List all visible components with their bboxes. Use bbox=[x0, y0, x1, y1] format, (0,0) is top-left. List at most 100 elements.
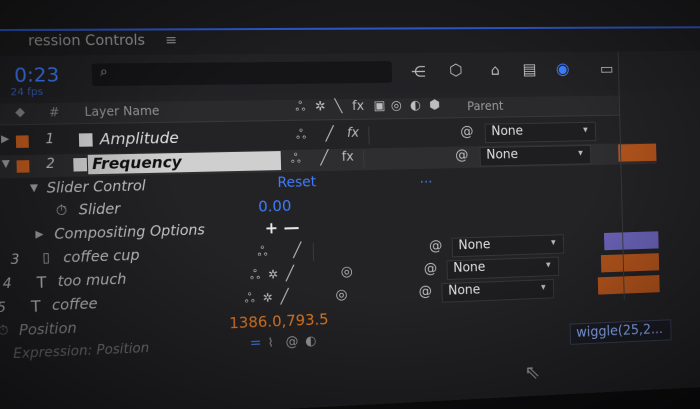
effect-switch-icon[interactable]: fx bbox=[342, 150, 354, 165]
chevron-down-icon: ▾ bbox=[551, 237, 556, 248]
hamburger-menu-icon[interactable]: ≡ bbox=[165, 32, 177, 48]
draft-3d-icon[interactable]: ⬡ bbox=[449, 60, 463, 79]
layer-name[interactable]: coffee bbox=[52, 296, 98, 314]
layer-number: 5 bbox=[0, 300, 6, 316]
solid-layer-icon bbox=[73, 158, 87, 172]
slider-value[interactable]: 0.00 bbox=[258, 197, 292, 216]
compositing-add-remove[interactable]: + — bbox=[265, 218, 300, 238]
motion-blur-switch-icon[interactable]: ◎ bbox=[335, 287, 347, 303]
layer-name[interactable]: Frequency bbox=[92, 153, 182, 173]
parent-dropdown[interactable]: None ▾ bbox=[485, 122, 597, 143]
shy-layers-icon[interactable]: ⌂ bbox=[491, 61, 500, 79]
timeline-layer-bar[interactable] bbox=[601, 253, 659, 272]
switch-cells[interactable] bbox=[368, 125, 446, 144]
solid-layer-icon bbox=[79, 133, 93, 147]
parent-dropdown[interactable]: None ▾ bbox=[446, 257, 559, 280]
effect-switch-icon[interactable]: fx bbox=[347, 126, 359, 141]
expression-text[interactable]: wiggle(25,2... bbox=[576, 322, 663, 341]
column-layer-name[interactable]: Layer Name bbox=[84, 104, 159, 119]
window-top-bar bbox=[0, 0, 700, 31]
adjustment-switch-icon[interactable]: ◐ bbox=[410, 98, 421, 113]
pick-whip-icon[interactable]: @ bbox=[429, 238, 443, 254]
expand-triangle-icon[interactable]: ▶ bbox=[1, 134, 9, 146]
chevron-down-icon: ▾ bbox=[583, 125, 588, 136]
expression-editor[interactable]: wiggle(25,2... bbox=[570, 319, 672, 345]
layer-label-color[interactable] bbox=[16, 135, 29, 148]
stopwatch-icon[interactable]: ⏱ bbox=[0, 323, 9, 339]
collapse-triangle-icon[interactable]: ▼ bbox=[2, 158, 10, 170]
pick-whip-icon[interactable]: @ bbox=[455, 147, 469, 163]
layer-name[interactable]: coffee cup bbox=[63, 248, 140, 267]
compositing-options-label[interactable]: Compositing Options bbox=[54, 222, 205, 243]
quality-switch-icon[interactable]: ╱ bbox=[286, 266, 295, 282]
shy-switch-icon[interactable]: ஃ bbox=[296, 128, 306, 144]
pick-whip-icon[interactable]: @ bbox=[285, 334, 298, 350]
collapse-switch-icon[interactable]: ✲ bbox=[262, 290, 272, 304]
expand-triangle-icon[interactable]: ▶ bbox=[35, 229, 43, 241]
composition-mini-flowchart-icon[interactable]: ⋲ bbox=[411, 63, 426, 81]
quality-switch-icon[interactable]: ╱ bbox=[320, 150, 329, 166]
graph-editor-icon[interactable]: ▭ bbox=[600, 59, 614, 77]
panel-tab-title[interactable]: ression Controls bbox=[28, 33, 145, 50]
more-options-link[interactable]: ... bbox=[419, 171, 432, 187]
chevron-down-icon: ▾ bbox=[541, 282, 546, 293]
shy-switch-icon[interactable]: ஃ bbox=[244, 291, 255, 307]
collapse-switch-icon[interactable]: ✲ bbox=[315, 99, 326, 114]
pick-whip-icon[interactable]: @ bbox=[424, 261, 438, 277]
parent-value: None bbox=[453, 260, 485, 276]
timeline-layer-bar[interactable] bbox=[598, 275, 660, 295]
frame-rate-readout: 24 fps bbox=[10, 87, 43, 99]
timeline-layer-bar[interactable] bbox=[604, 231, 659, 250]
pick-whip-icon[interactable]: @ bbox=[460, 124, 474, 140]
position-value[interactable]: 1386.0,793.5 bbox=[229, 310, 329, 332]
effect-name[interactable]: Slider Control bbox=[47, 178, 146, 197]
layer-label-color[interactable] bbox=[16, 160, 29, 173]
layer-name[interactable]: too much bbox=[57, 271, 126, 290]
graph-icon[interactable]: ⌇ bbox=[268, 336, 274, 350]
mouse-cursor-icon: ⇖ bbox=[524, 360, 540, 384]
pick-whip-icon[interactable]: @ bbox=[418, 284, 432, 300]
text-layer-icon: T bbox=[31, 297, 41, 316]
layer-search-input[interactable]: ⌕ bbox=[92, 61, 393, 86]
frame-blending-icon[interactable]: ▤ bbox=[522, 60, 537, 79]
quality-switch-icon[interactable]: ╱ bbox=[293, 242, 302, 258]
screenshot-stage: ression Controls ≡ 0:23 24 fps ⋲ ⬡ ⌂ ▤ ◉… bbox=[0, 0, 700, 409]
effect-switch-icon[interactable]: fx bbox=[352, 99, 364, 114]
parent-dropdown[interactable]: None ▾ bbox=[441, 279, 554, 303]
quality-switch-icon[interactable]: ╲ bbox=[334, 99, 342, 114]
motion-blur-switch-icon[interactable]: ◎ bbox=[341, 264, 353, 280]
shy-switch-icon[interactable]: ஃ bbox=[291, 152, 301, 168]
shy-switch-icon[interactable]: ஃ bbox=[295, 100, 305, 116]
parent-value: None bbox=[458, 238, 490, 254]
motion-blur-switch-icon[interactable]: ◎ bbox=[391, 98, 402, 113]
column-parent[interactable]: Parent bbox=[467, 99, 503, 113]
frame-blend-switch-icon[interactable]: ▣ bbox=[373, 99, 385, 114]
motion-blur-icon[interactable]: ◉ bbox=[556, 60, 570, 79]
label-tag-icon[interactable]: ◆ bbox=[15, 104, 25, 119]
layer-number: 3 bbox=[10, 252, 19, 268]
switch-cells[interactable] bbox=[313, 240, 411, 261]
expression-language-menu-icon[interactable]: ◐ bbox=[305, 334, 317, 349]
layer-name[interactable]: Amplitude bbox=[100, 129, 179, 149]
shy-switch-icon[interactable]: ஃ bbox=[257, 245, 268, 261]
layer-number: 4 bbox=[3, 276, 12, 292]
parent-value: None bbox=[486, 147, 518, 162]
quality-switch-icon[interactable]: ╱ bbox=[280, 289, 289, 305]
search-icon: ⌕ bbox=[100, 64, 108, 79]
parent-dropdown[interactable]: None ▾ bbox=[480, 145, 592, 167]
stopwatch-icon[interactable]: ⏱ bbox=[56, 203, 68, 220]
switch-cells[interactable] bbox=[363, 149, 441, 168]
expression-enable-icon[interactable]: = bbox=[250, 335, 262, 352]
current-timecode[interactable]: 0:23 bbox=[14, 64, 60, 87]
layer-name-field[interactable]: Frequency bbox=[88, 151, 281, 174]
shy-switch-icon[interactable]: ஃ bbox=[250, 268, 261, 284]
parent-dropdown[interactable]: None ▾ bbox=[452, 234, 565, 257]
timeline-panel: ression Controls ≡ 0:23 24 fps ⋲ ⬡ ⌂ ▤ ◉… bbox=[0, 0, 700, 409]
quality-switch-icon[interactable]: ╱ bbox=[325, 126, 334, 142]
parent-value: None bbox=[448, 283, 480, 299]
timeline-layer-bar[interactable] bbox=[618, 144, 656, 162]
3d-layer-switch-icon[interactable]: ⬢ bbox=[429, 98, 440, 113]
collapse-triangle-icon[interactable]: ▼ bbox=[30, 183, 38, 195]
reset-link[interactable]: Reset bbox=[277, 174, 316, 191]
collapse-switch-icon[interactable]: ✲ bbox=[268, 267, 278, 281]
